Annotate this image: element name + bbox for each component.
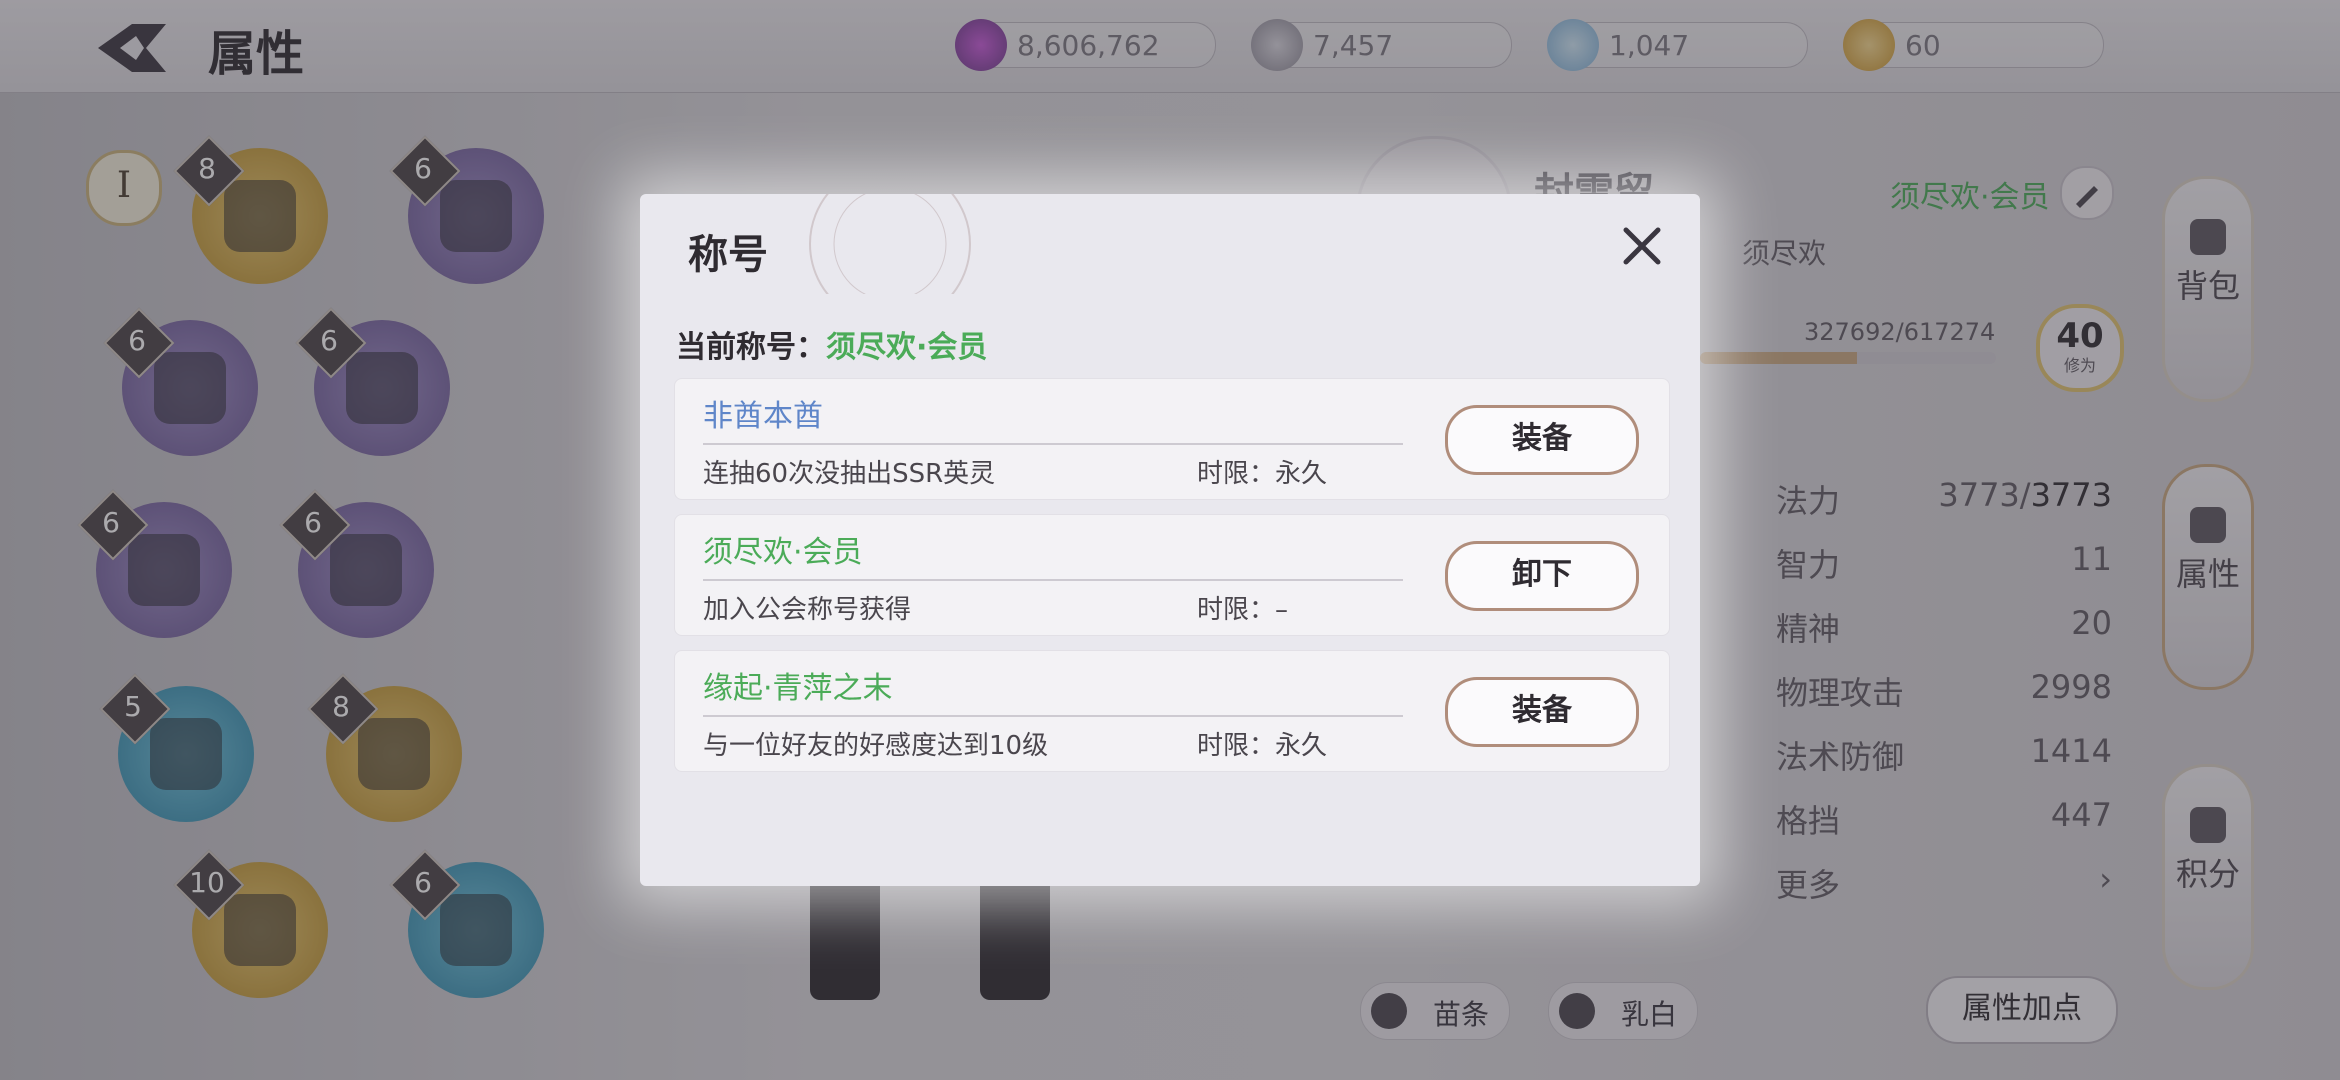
divider bbox=[703, 443, 1403, 445]
title-name: 须尽欢·会员 bbox=[703, 535, 863, 570]
close-icon[interactable] bbox=[1618, 222, 1666, 270]
title-description: 与一位好友的好感度达到10级 bbox=[703, 731, 1049, 761]
decorative-pattern-icon bbox=[809, 194, 971, 294]
title-card: 非酋本酋 连抽60次没抽出SSR英灵 时限：永久 装备 bbox=[674, 378, 1670, 500]
current-title-label: 当前称号： bbox=[676, 330, 826, 365]
title-time-limit: 时限：– bbox=[1197, 595, 1289, 625]
title-description: 加入公会称号获得 bbox=[703, 595, 912, 625]
title-time-limit: 时限：永久 bbox=[1197, 459, 1328, 489]
modal-title: 称号 bbox=[688, 232, 768, 278]
divider bbox=[703, 715, 1403, 717]
equip-button[interactable]: 装备 bbox=[1445, 677, 1639, 747]
title-time-limit: 时限：永久 bbox=[1197, 731, 1328, 761]
title-name: 缘起·青萍之末 bbox=[703, 671, 893, 706]
title-name: 非酋本酋 bbox=[703, 399, 823, 434]
title-modal: 称号 当前称号：须尽欢·会员 非酋本酋 连抽60次没抽出SSR英灵 时限：永久 … bbox=[640, 194, 1700, 886]
title-card: 缘起·青萍之末 与一位好友的好感度达到10级 时限：永久 装备 bbox=[674, 650, 1670, 772]
divider bbox=[703, 579, 1403, 581]
title-card: 须尽欢·会员 加入公会称号获得 时限：– 卸下 bbox=[674, 514, 1670, 636]
current-title-row: 当前称号：须尽欢·会员 bbox=[676, 322, 987, 366]
title-description: 连抽60次没抽出SSR英灵 bbox=[703, 459, 996, 489]
unequip-button[interactable]: 卸下 bbox=[1445, 541, 1639, 611]
current-title-value: 须尽欢·会员 bbox=[826, 330, 988, 365]
equip-button[interactable]: 装备 bbox=[1445, 405, 1639, 475]
